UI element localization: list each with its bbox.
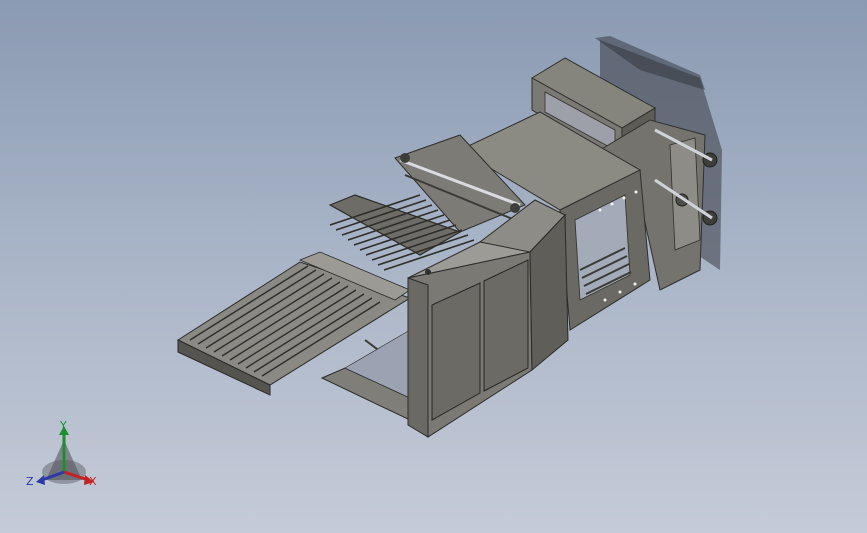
graphics-viewport[interactable]: Y X Z [0, 0, 867, 533]
axis-y-label: Y [60, 419, 67, 432]
axis-z-label: Z [26, 475, 34, 488]
coordinate-triad[interactable]: Y X Z [22, 418, 106, 494]
axis-x-label: X [89, 475, 97, 488]
machine-assembly-model[interactable] [0, 0, 867, 533]
